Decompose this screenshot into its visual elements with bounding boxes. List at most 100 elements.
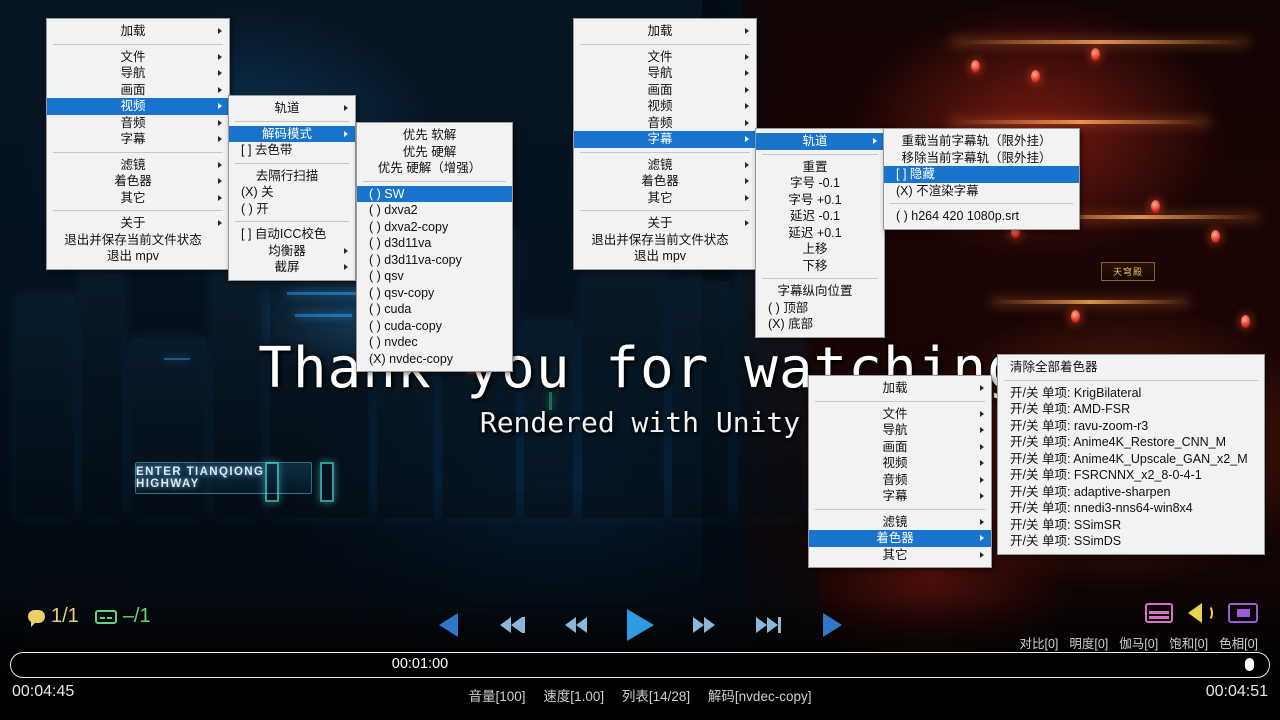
menu-item-equalizer[interactable]: 均衡器	[229, 243, 355, 260]
menu-item-load[interactable]: 加载	[574, 23, 756, 40]
menu-item-file[interactable]: 文件	[809, 406, 991, 423]
menu-item-position-top[interactable]: ( ) 顶部	[756, 300, 884, 317]
rewind-button[interactable]	[559, 608, 593, 642]
menu-subtitle-root[interactable]: 加载 文件 导航 画面 视频 音频 字幕 滤镜 着色器 其它 关于 退出并保存当…	[573, 18, 757, 270]
menu-item-filter[interactable]: 滤镜	[47, 157, 229, 174]
menu-item-reload-subtitle[interactable]: 重载当前字幕轨（限外挂）	[884, 133, 1079, 150]
menu-item-subtitle-file[interactable]: ( ) h264 420 1080p.srt	[884, 208, 1079, 225]
menu-item-about[interactable]: 关于	[47, 215, 229, 232]
menu-item-prefer-sw[interactable]: 优先 软解	[357, 127, 512, 144]
menu-item-load[interactable]: 加载	[809, 380, 991, 397]
menu-item-font-size-up[interactable]: 字号 +0.1	[756, 192, 884, 209]
menu-item-shader[interactable]: 着色器	[47, 173, 229, 190]
menu-video-submenu[interactable]: 轨道 解码模式 [ ] 去色带 去隔行扫描 (X) 关 ( ) 开 [ ] 自动…	[228, 95, 356, 281]
seek-handle[interactable]	[1245, 658, 1254, 671]
menu-shader-root[interactable]: 加载 文件 导航 画面 视频 音频 字幕 滤镜 着色器 其它	[808, 375, 992, 568]
menu-subtitle-track-submenu[interactable]: 重载当前字幕轨（限外挂） 移除当前字幕轨（限外挂） [ ] 隐藏 (X) 不渲染…	[883, 128, 1080, 230]
menu-item-shader-ssimsr[interactable]: 开/关 单项: SSimSR	[998, 517, 1264, 534]
menu-item-video[interactable]: 视频	[574, 98, 756, 115]
menu-item-filter[interactable]: 滤镜	[574, 157, 756, 174]
menu-item-hide-subtitle[interactable]: [ ] 隐藏	[884, 166, 1079, 183]
menu-shader-submenu[interactable]: 清除全部着色器 开/关 单项: KrigBilateral 开/关 单项: AM…	[997, 354, 1265, 555]
menu-item-move-up[interactable]: 上移	[756, 241, 884, 258]
menu-item-move-down[interactable]: 下移	[756, 258, 884, 275]
menu-item-about[interactable]: 关于	[574, 215, 756, 232]
menu-item-hwdec-qsv[interactable]: ( ) qsv	[357, 268, 512, 285]
menu-item-remove-subtitle[interactable]: 移除当前字幕轨（限外挂）	[884, 150, 1079, 167]
menu-item-shader-adaptive-sharpen[interactable]: 开/关 单项: adaptive-sharpen	[998, 484, 1264, 501]
menu-item-audio[interactable]: 音频	[809, 472, 991, 489]
menu-item-audio[interactable]: 音频	[574, 115, 756, 132]
menu-item-navigate[interactable]: 导航	[809, 422, 991, 439]
menu-item-hwdec-d3d11va[interactable]: ( ) d3d11va	[357, 235, 512, 252]
menu-item-video[interactable]: 视频	[47, 98, 229, 115]
menu-item-shader-anime4k-upscale[interactable]: 开/关 单项: Anime4K_Upscale_GAN_x2_M	[998, 451, 1264, 468]
next-file-button[interactable]	[815, 608, 849, 642]
menu-item-shader[interactable]: 着色器	[574, 173, 756, 190]
menu-item-prefer-hw[interactable]: 优先 硬解	[357, 144, 512, 161]
menu-item-other[interactable]: 其它	[574, 190, 756, 207]
menu-video-root[interactable]: 加载 文件 导航 画面 视频 音频 字幕 滤镜 着色器 其它 关于 退出并保存当…	[46, 18, 230, 270]
menu-item-shader-krigbilateral[interactable]: 开/关 单项: KrigBilateral	[998, 385, 1264, 402]
play-pause-button[interactable]	[623, 608, 657, 642]
menu-item-shader-fsrcnnx[interactable]: 开/关 单项: FSRCNNX_x2_8-0-4-1	[998, 467, 1264, 484]
menu-item-quit[interactable]: 退出 mpv	[574, 248, 756, 265]
fast-forward-button[interactable]	[687, 608, 721, 642]
menu-item-subtitle[interactable]: 字幕	[809, 488, 991, 505]
menu-item-icc[interactable]: [ ] 自动ICC校色	[229, 226, 355, 243]
menu-item-screenshot[interactable]: 截屏	[229, 259, 355, 276]
menu-item-hwdec-dxva2-copy[interactable]: ( ) dxva2-copy	[357, 219, 512, 236]
menu-item-deinterlace-off[interactable]: (X) 关	[229, 184, 355, 201]
menu-item-navigate[interactable]: 导航	[47, 65, 229, 82]
skip-forward-chapter-button[interactable]	[751, 608, 785, 642]
menu-item-hwdec-nvdec-copy[interactable]: (X) nvdec-copy	[357, 351, 512, 368]
menu-item-other[interactable]: 其它	[809, 547, 991, 564]
menu-item-position-bottom[interactable]: (X) 底部	[756, 316, 884, 333]
menu-item-shader-anime4k-restore[interactable]: 开/关 单项: Anime4K_Restore_CNN_M	[998, 434, 1264, 451]
menu-item-reset[interactable]: 重置	[756, 159, 884, 176]
menu-item-quit-save[interactable]: 退出并保存当前文件状态	[47, 232, 229, 249]
menu-item-filter[interactable]: 滤镜	[809, 514, 991, 531]
menu-item-delay-down[interactable]: 延迟 -0.1	[756, 208, 884, 225]
menu-item-track[interactable]: 轨道	[229, 100, 355, 117]
menu-item-navigate[interactable]: 导航	[574, 65, 756, 82]
menu-item-subtitle[interactable]: 字幕	[47, 131, 229, 148]
skip-back-chapter-button[interactable]	[495, 608, 529, 642]
menu-item-font-size-down[interactable]: 字号 -0.1	[756, 175, 884, 192]
menu-item-shader-ravu-zoom-r3[interactable]: 开/关 单项: ravu-zoom-r3	[998, 418, 1264, 435]
menu-item-quit-save[interactable]: 退出并保存当前文件状态	[574, 232, 756, 249]
menu-item-picture[interactable]: 画面	[574, 82, 756, 99]
menu-item-subtitle[interactable]: 字幕	[574, 131, 756, 148]
menu-item-decode-mode[interactable]: 解码模式	[229, 125, 355, 142]
menu-subtitle-submenu[interactable]: 轨道 重置 字号 -0.1 字号 +0.1 延迟 -0.1 延迟 +0.1 上移…	[755, 128, 885, 338]
menu-item-hwdec-nvdec[interactable]: ( ) nvdec	[357, 334, 512, 351]
menu-item-shader[interactable]: 着色器	[809, 530, 991, 547]
menu-item-clear-all-shaders[interactable]: 清除全部着色器	[998, 359, 1264, 376]
menu-item-deband[interactable]: [ ] 去色带	[229, 142, 355, 159]
previous-file-button[interactable]	[431, 608, 465, 642]
menu-item-track[interactable]: 轨道	[756, 133, 884, 150]
menu-item-load[interactable]: 加载	[47, 23, 229, 40]
menu-item-hwdec-qsv-copy[interactable]: ( ) qsv-copy	[357, 285, 512, 302]
menu-item-file[interactable]: 文件	[47, 49, 229, 66]
menu-item-shader-amd-fsr[interactable]: 开/关 单项: AMD-FSR	[998, 401, 1264, 418]
seek-area[interactable]: 00:01:00	[10, 652, 1270, 678]
menu-item-no-render-subtitle[interactable]: (X) 不渲染字幕	[884, 183, 1079, 200]
menu-item-delay-up[interactable]: 延迟 +0.1	[756, 225, 884, 242]
menu-item-picture[interactable]: 画面	[47, 82, 229, 99]
volume-icon[interactable]	[1188, 603, 1213, 623]
menu-item-deinterlace-on[interactable]: ( ) 开	[229, 201, 355, 218]
menu-item-file[interactable]: 文件	[574, 49, 756, 66]
playlist-icon[interactable]	[1145, 603, 1173, 623]
menu-item-picture[interactable]: 画面	[809, 439, 991, 456]
menu-item-hwdec-d3d11va-copy[interactable]: ( ) d3d11va-copy	[357, 252, 512, 269]
menu-item-hwdec-cuda-copy[interactable]: ( ) cuda-copy	[357, 318, 512, 335]
menu-item-shader-ssimds[interactable]: 开/关 单项: SSimDS	[998, 533, 1264, 550]
menu-hwdec-submenu[interactable]: 优先 软解 优先 硬解 优先 硬解（增强） ( ) SW ( ) dxva2 (…	[356, 122, 513, 372]
menu-item-other[interactable]: 其它	[47, 190, 229, 207]
menu-item-hwdec-cuda[interactable]: ( ) cuda	[357, 301, 512, 318]
menu-item-hwdec-dxva2[interactable]: ( ) dxva2	[357, 202, 512, 219]
fullscreen-icon[interactable]	[1228, 603, 1258, 623]
menu-item-hwdec-sw[interactable]: ( ) SW	[357, 185, 512, 202]
menu-item-audio[interactable]: 音频	[47, 115, 229, 132]
